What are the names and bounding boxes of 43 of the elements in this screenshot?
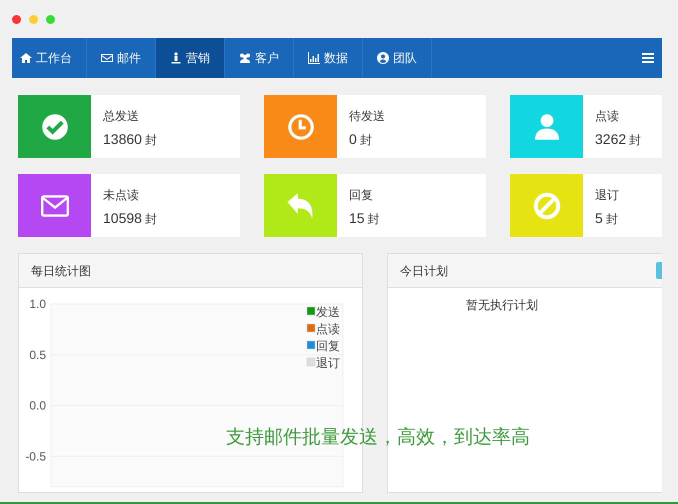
stat-count: 0 bbox=[349, 131, 357, 147]
stat-label: 回复 bbox=[349, 188, 373, 202]
caption-text: 支持邮件批量发送，高效，到达率高 bbox=[226, 427, 530, 448]
stat-count: 5 bbox=[595, 210, 603, 226]
stat-count: 10598 bbox=[103, 210, 142, 226]
stat-unit: 封 bbox=[144, 133, 157, 147]
nav-tab[interactable]: 营销 bbox=[156, 38, 225, 78]
stat-unit: 封 bbox=[144, 212, 157, 226]
chart-icon bbox=[308, 52, 320, 64]
y-tick-label: 0.5 bbox=[29, 348, 46, 362]
stat-label: 点读 bbox=[595, 109, 619, 123]
home-icon bbox=[20, 52, 32, 64]
panel-title: 每日统计图 bbox=[31, 262, 91, 280]
nav-tab[interactable]: 工作台 bbox=[12, 38, 87, 78]
stat-unit: 封 bbox=[368, 212, 380, 226]
nav-tab[interactable]: 客户 bbox=[225, 38, 294, 78]
stat-unit: 封 bbox=[360, 133, 372, 147]
stat-count: 13860 bbox=[103, 131, 142, 147]
menu-icon[interactable] bbox=[642, 52, 654, 64]
legend-label: 发送 bbox=[316, 305, 340, 319]
stat-unit: 封 bbox=[606, 212, 618, 226]
y-tick-label: -0.5 bbox=[25, 449, 46, 464]
nav-tab[interactable]: 数据 bbox=[294, 38, 363, 78]
legend-label: 回复 bbox=[316, 339, 340, 353]
users-icon bbox=[239, 52, 251, 64]
legend-label: 退订 bbox=[316, 356, 340, 370]
y-tick-label: 1.0 bbox=[29, 298, 46, 311]
stat-label: 未点读 bbox=[103, 188, 139, 202]
stat-label: 退订 bbox=[595, 188, 619, 202]
close-dot[interactable] bbox=[12, 14, 21, 24]
empty-message: 暂无执行计划 bbox=[466, 298, 538, 312]
nav-tab[interactable]: 团队 bbox=[363, 38, 432, 78]
stat-count: 3262 bbox=[595, 131, 626, 147]
panel-title: 今日计划 bbox=[400, 262, 448, 280]
legend-label: 点读 bbox=[316, 322, 340, 336]
stat-count: 15 bbox=[349, 210, 365, 226]
minimize-dot[interactable] bbox=[29, 14, 38, 24]
envelope-icon bbox=[101, 52, 113, 64]
maximize-dot[interactable] bbox=[46, 14, 55, 24]
stat-label: 总发送 bbox=[103, 109, 139, 123]
stat-label: 待发送 bbox=[349, 109, 385, 123]
y-tick-label: 0.0 bbox=[29, 398, 46, 412]
stat-unit: 封 bbox=[629, 133, 642, 147]
